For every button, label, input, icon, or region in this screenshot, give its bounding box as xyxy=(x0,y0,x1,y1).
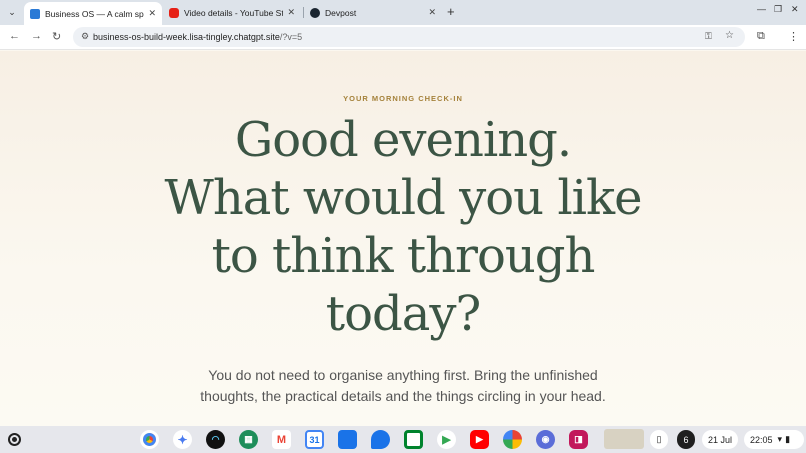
youtube-icon[interactable]: ▶ xyxy=(470,430,489,449)
youtube-favicon-icon xyxy=(169,7,179,18)
date-indicator[interactable]: 21 Jul xyxy=(702,430,738,449)
apps-grid-icon[interactable]: ▦ xyxy=(239,430,258,449)
intro-text: You do not need to organise anything fir… xyxy=(0,365,806,406)
headline-line: What would you like xyxy=(164,170,642,226)
os-shelf: ✦ ◠ ▦ M 31 ▶ ▶ ◉ ◨ ▯ 6 21 Jul 22:05 ▾ ▮ xyxy=(0,426,806,453)
wifi-icon: ▾ xyxy=(777,434,783,444)
tab-devpost[interactable]: Devpost ✕ xyxy=(304,2,442,23)
messages-icon[interactable] xyxy=(371,430,390,449)
tab-search-chevron-icon[interactable]: ⌄ xyxy=(4,4,20,20)
back-arrow-icon[interactable]: ← xyxy=(9,30,20,42)
tab-close-icon[interactable]: ✕ xyxy=(148,8,156,19)
greeting-headline: Good evening. What would you like to thi… xyxy=(0,111,806,343)
headline-line: to think through xyxy=(211,228,596,284)
tab-close-icon[interactable]: ✕ xyxy=(428,7,436,18)
tab-business-os[interactable]: Business OS — A calm space to ✕ xyxy=(24,2,162,25)
tab-title: Devpost xyxy=(325,7,357,18)
phone-hub-icon[interactable]: ▯ xyxy=(650,430,668,449)
intro-line: You do not need to organise anything fir… xyxy=(208,367,598,383)
chrome-icon[interactable] xyxy=(140,430,159,449)
status-area[interactable]: 22:05 ▾ ▮ xyxy=(744,430,804,449)
window-preview-thumbnail[interactable] xyxy=(604,429,644,449)
tab-strip: ⌄ Business OS — A calm space to ✕ Video … xyxy=(0,0,806,25)
audio-app-icon[interactable]: ◠ xyxy=(206,430,225,449)
site-info-icon[interactable]: ⚙ xyxy=(81,31,89,42)
menu-kebab-icon[interactable]: ⋮ xyxy=(788,30,799,43)
files-icon[interactable] xyxy=(338,430,357,449)
tab-close-icon[interactable]: ✕ xyxy=(287,7,295,18)
screen-recorder-icon[interactable]: ◨ xyxy=(569,430,588,449)
launcher-icon[interactable] xyxy=(8,433,21,446)
close-window-icon[interactable]: ✕ xyxy=(791,4,799,15)
password-key-icon[interactable]: ⚿ xyxy=(705,31,712,42)
notification-badge[interactable]: 6 xyxy=(677,430,695,449)
headline-line: Good evening. xyxy=(234,112,572,168)
extensions-icon[interactable]: ⧉ xyxy=(757,30,765,43)
meet-icon[interactable] xyxy=(404,430,423,449)
headline-line: today? xyxy=(325,286,481,342)
url-text[interactable]: business-os-build-week.lisa-tingley.chat… xyxy=(93,32,302,42)
minimize-icon[interactable]: — xyxy=(757,4,766,14)
clock-time: 22:05 xyxy=(750,434,773,445)
tab-title: Video details - YouTube Studio xyxy=(184,7,284,18)
photos-icon[interactable] xyxy=(503,430,522,449)
gemini-icon[interactable]: ✦ xyxy=(173,430,192,449)
devpost-favicon-icon xyxy=(310,7,320,18)
url-host: business-os-build-week.lisa-tingley.chat… xyxy=(93,32,280,42)
tab-title: Business OS — A calm space to xyxy=(45,8,144,19)
browser-toolbar: ← → ↻ ⚙ business-os-build-week.lisa-ting… xyxy=(0,25,806,50)
bookmark-star-icon[interactable]: ☆ xyxy=(725,30,734,41)
business-os-favicon-icon xyxy=(30,8,40,19)
url-path: /?v=5 xyxy=(279,32,303,42)
camera-app-icon[interactable]: ◉ xyxy=(536,430,555,449)
new-tab-button[interactable]: + xyxy=(447,4,455,19)
gmail-icon[interactable]: M xyxy=(272,430,291,449)
battery-icon: ▮ xyxy=(785,434,791,444)
tab-youtube-studio[interactable]: Video details - YouTube Studio ✕ xyxy=(163,2,301,23)
play-store-icon[interactable]: ▶ xyxy=(437,430,456,449)
forward-arrow-icon[interactable]: → xyxy=(31,30,42,42)
check-in-eyebrow: YOUR MORNING CHECK-IN xyxy=(343,94,463,103)
address-bar[interactable]: ⚙ business-os-build-week.lisa-tingley.ch… xyxy=(73,27,745,47)
reload-icon[interactable]: ↻ xyxy=(52,30,61,43)
calendar-icon[interactable]: 31 xyxy=(305,430,324,449)
restore-icon[interactable]: ❐ xyxy=(774,4,782,15)
intro-line: thoughts, the practical details and the … xyxy=(200,387,606,404)
page-content: YOUR MORNING CHECK-IN Good evening. What… xyxy=(0,51,806,426)
